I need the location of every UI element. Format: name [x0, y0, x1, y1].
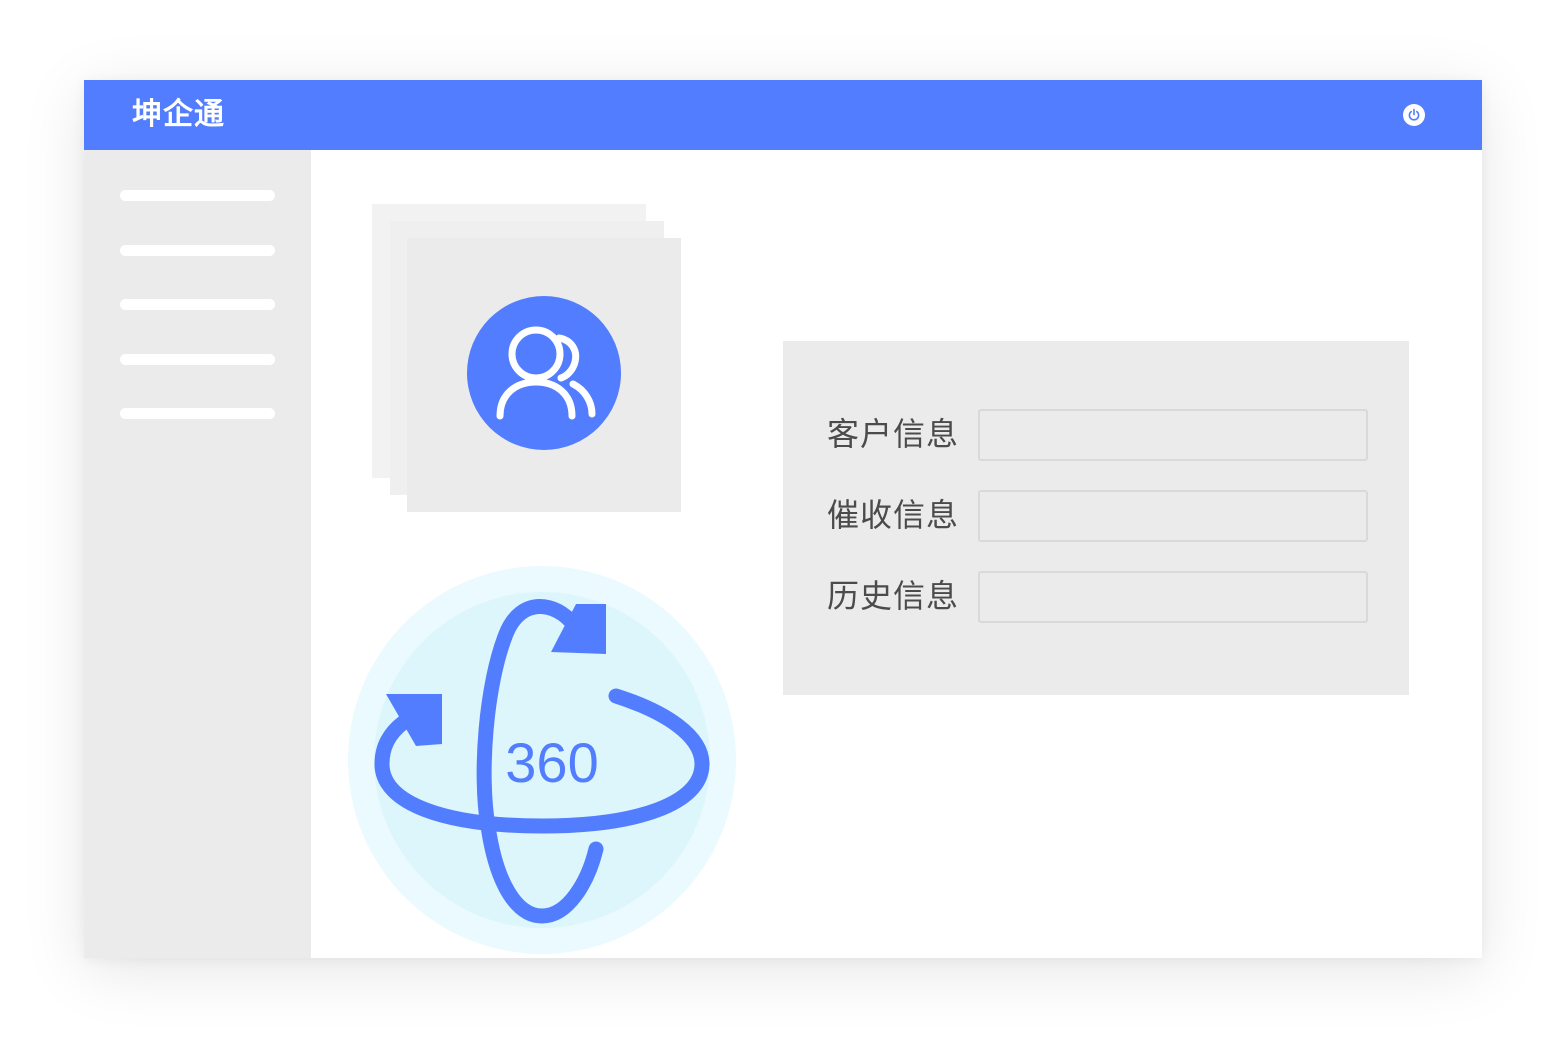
sidebar-item-3[interactable] — [120, 299, 275, 310]
sidebar-item-5[interactable] — [120, 408, 275, 419]
users-icon — [496, 326, 596, 420]
history-info-input[interactable] — [978, 571, 1368, 623]
sidebar-item-2[interactable] — [120, 245, 275, 256]
app-title: 坤企通 — [132, 97, 225, 132]
form-row-collection: 催收信息 — [783, 490, 1409, 542]
customer-info-input[interactable] — [978, 409, 1368, 461]
sidebar — [84, 150, 311, 958]
rotate-360-illustration: 360 — [348, 566, 736, 954]
collection-info-label: 催收信息 — [827, 496, 960, 534]
history-info-label: 历史信息 — [827, 577, 960, 615]
collection-info-input[interactable] — [978, 490, 1368, 542]
sidebar-item-4[interactable] — [120, 354, 275, 365]
power-icon — [1408, 108, 1420, 121]
title-bar: 坤企通 — [84, 80, 1482, 150]
form-row-customer: 客户信息 — [783, 409, 1409, 461]
app-window: 坤企通 360 客户信息 催收信息 历史信息 — [84, 80, 1482, 958]
rotate-360-label: 360 — [505, 731, 598, 794]
customer-avatar — [467, 296, 621, 450]
form-row-history: 历史信息 — [783, 571, 1409, 623]
info-form-panel: 客户信息 催收信息 历史信息 — [783, 341, 1409, 695]
sidebar-item-1[interactable] — [120, 190, 275, 201]
power-button[interactable] — [1403, 104, 1425, 126]
customer-info-label: 客户信息 — [827, 415, 960, 453]
